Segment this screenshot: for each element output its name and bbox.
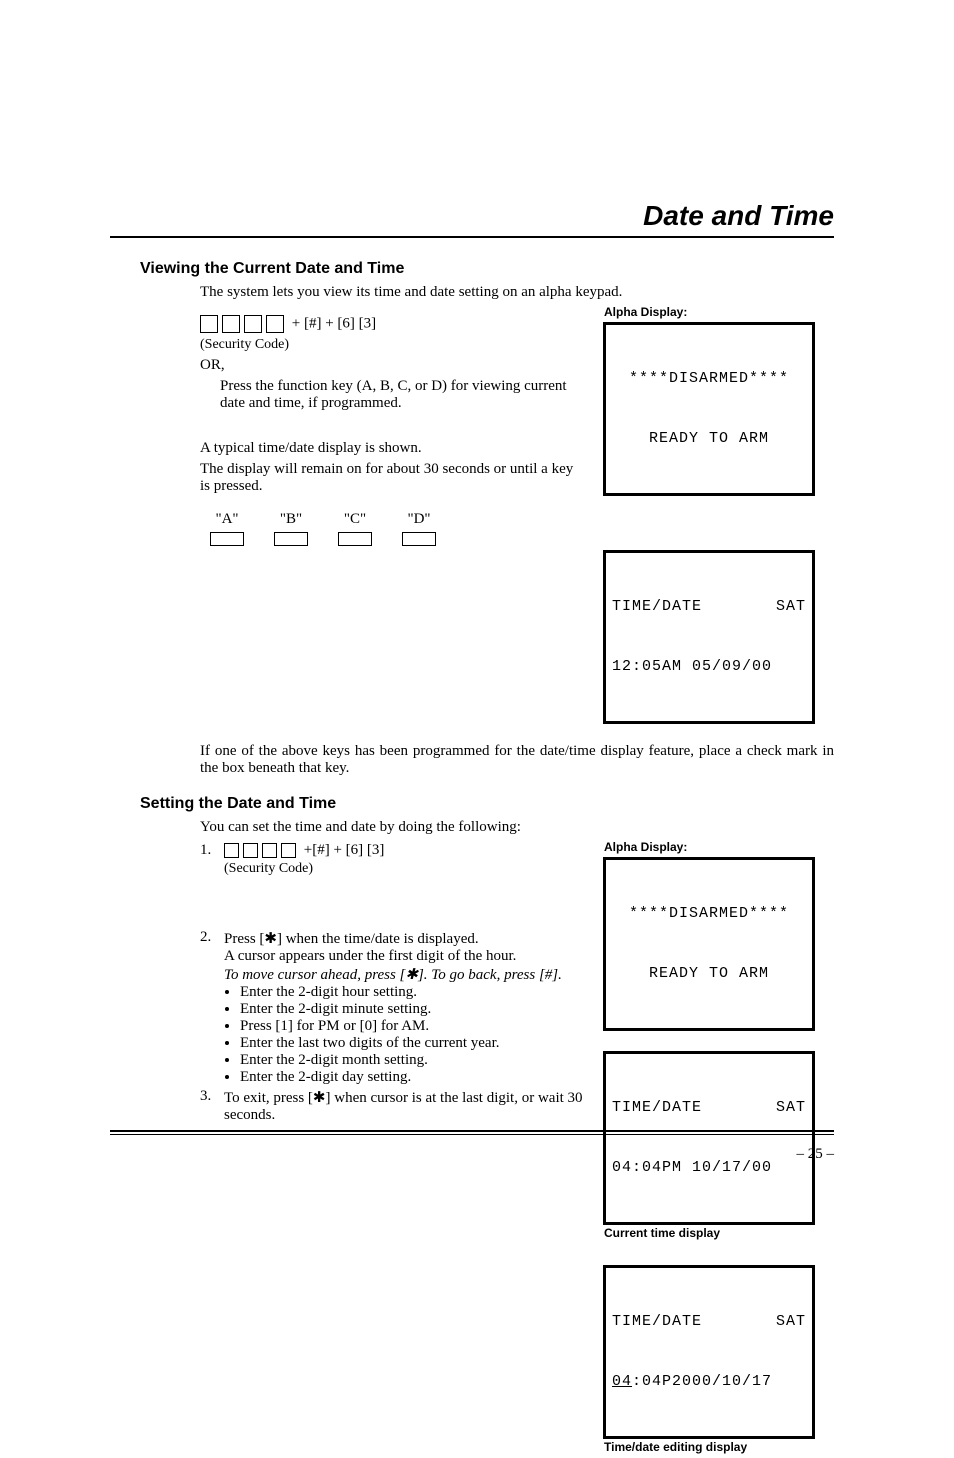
intro-text: The system lets you view its time and da… [200, 284, 834, 301]
setting-intro: You can set the time and date by doing t… [200, 819, 834, 836]
codeline-suffix: + [#] + [6] [3] [292, 315, 376, 331]
security-code-boxes-2 [224, 842, 300, 859]
page-number: – 25 – [797, 1146, 835, 1163]
footer-rule [110, 1130, 834, 1135]
page-title: Date and Time [110, 200, 834, 232]
bullet-6: Enter the 2-digit day setting. [240, 1069, 584, 1086]
step-3: 3. To exit, press [✱] when cursor is at … [200, 1088, 584, 1124]
key-b-box [274, 532, 308, 546]
key-d-label: "D" [402, 511, 436, 528]
key-b-label: "B" [274, 511, 308, 528]
key-c-box [338, 532, 372, 546]
title-rule [110, 236, 834, 238]
remain-text: The display will remain on for about 30 … [200, 461, 584, 495]
step2-line3: To move cursor ahead, press [✱]. To go b… [224, 965, 584, 984]
section-heading-viewing: Viewing the Current Date and Time [140, 260, 834, 278]
bullet-2: Enter the 2-digit minute setting. [240, 1001, 584, 1018]
alpha-display-label-1: Alpha Display: [604, 305, 834, 319]
lcd-edit-time: TIME/DATESAT 04:04P2000/10/17 [604, 1266, 814, 1438]
alpha-display-label-2: Alpha Display: [604, 840, 834, 854]
step-1: 1. +[#] + [6] [3] (Security Code) [200, 842, 584, 877]
bullet-4: Enter the last two digits of the current… [240, 1035, 584, 1052]
lcd-disarmed-1: ****DISARMED**** READY TO ARM [604, 323, 814, 495]
key-d-box [402, 532, 436, 546]
current-time-caption: Current time display [604, 1226, 834, 1240]
step1-suffix: +[#] + [6] [3] [304, 842, 385, 858]
key-a-label: "A" [210, 511, 244, 528]
step2-bullets: Enter the 2-digit hour setting. Enter th… [240, 984, 584, 1086]
step2-line1: Press [✱] when the time/date is displaye… [224, 929, 584, 948]
lcd-current-time: TIME/DATESAT 04:04PM 10/17/00 [604, 1052, 814, 1224]
press-fn-text: Press the function key (A, B, C, or D) f… [200, 378, 584, 412]
bullet-5: Enter the 2-digit month setting. [240, 1052, 584, 1069]
key-a-box [210, 532, 244, 546]
security-code-boxes [200, 315, 288, 333]
security-code-label: (Security Code) [200, 337, 584, 353]
bullet-3: Press [1] for PM or [0] for AM. [240, 1018, 584, 1035]
or-label: OR, [200, 357, 584, 374]
step2-line2: A cursor appears under the first digit o… [224, 948, 584, 965]
abcd-keys: "A" "B" "C" "D" [210, 511, 584, 551]
lcd-timedate-1: TIME/DATESAT 12:05AM 05/09/00 [604, 551, 814, 723]
abcd-note: If one of the above keys has been progra… [200, 743, 834, 777]
typical-text: A typical time/date display is shown. [200, 440, 584, 457]
lcd-disarmed-2: ****DISARMED**** READY TO ARM [604, 858, 814, 1030]
section-heading-setting: Setting the Date and Time [140, 795, 834, 813]
security-code-label-2: (Security Code) [224, 861, 584, 877]
bullet-1: Enter the 2-digit hour setting. [240, 984, 584, 1001]
key-c-label: "C" [338, 511, 372, 528]
step-2: 2. Press [✱] when the time/date is displ… [200, 929, 584, 1086]
edit-time-caption: Time/date editing display [604, 1440, 834, 1454]
